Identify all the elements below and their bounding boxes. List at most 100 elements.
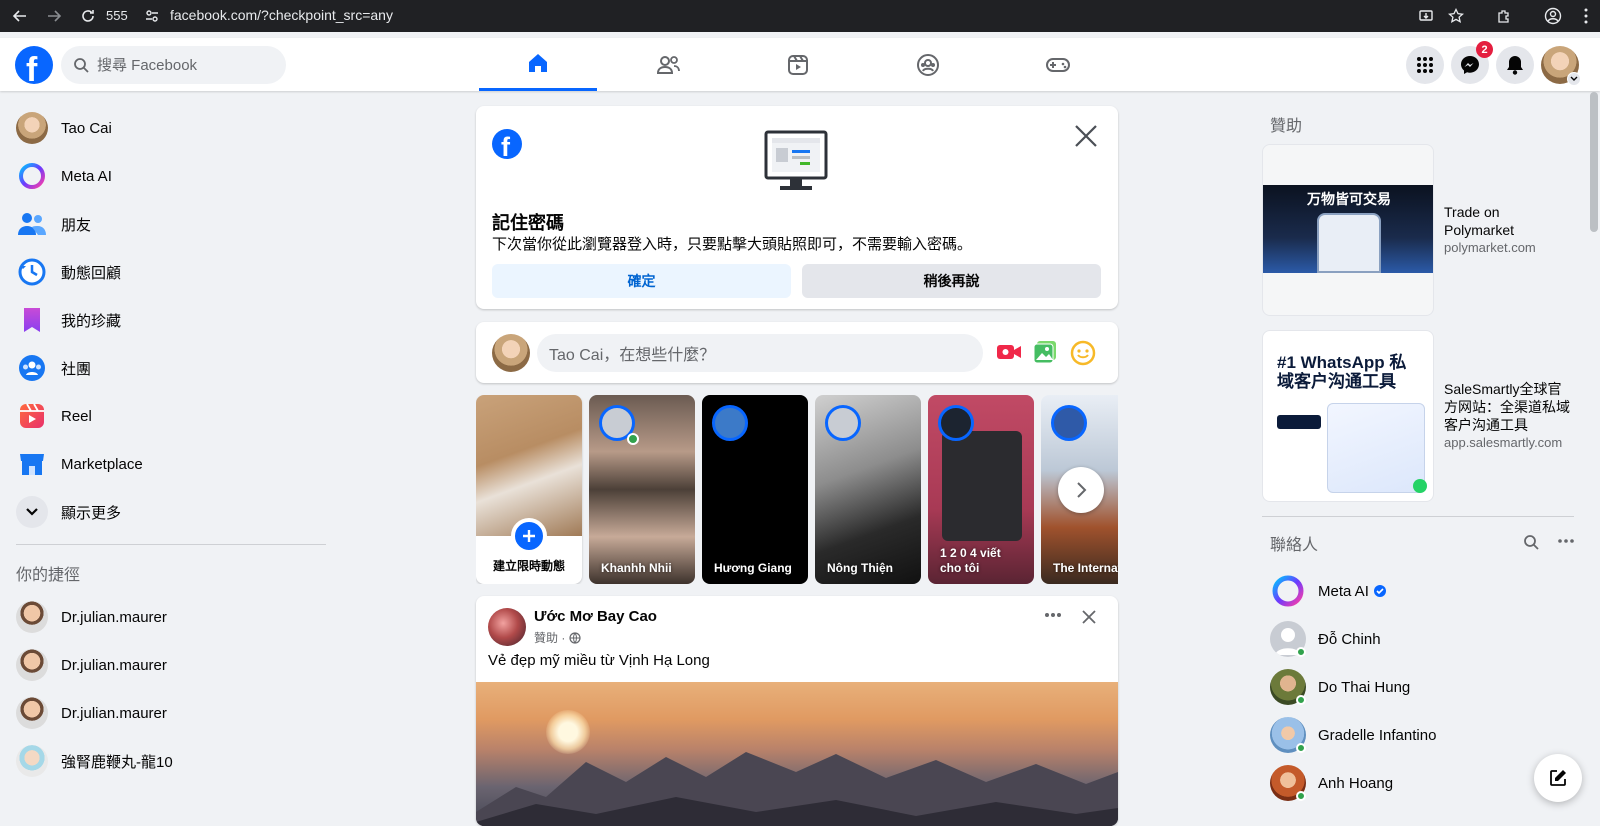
forward-icon[interactable] <box>44 6 64 26</box>
story-card[interactable]: Nông Thiện <box>815 395 921 584</box>
groups-icon <box>917 53 939 76</box>
messenger-button[interactable]: 2 <box>1451 41 1493 84</box>
meta-ai-icon <box>16 160 48 192</box>
sidebar-item-groups[interactable]: 社團 <box>8 344 328 392</box>
post-author[interactable]: Ước Mơ Bay Cao <box>534 608 657 625</box>
story-avatar <box>825 405 861 441</box>
online-indicator <box>1296 743 1306 753</box>
facebook-logo[interactable]: f <box>15 46 53 84</box>
notifications-button[interactable] <box>1496 46 1534 84</box>
sidebar-item-label: Tao Cai <box>61 119 112 137</box>
tab-video[interactable] <box>739 38 857 91</box>
saved-icon <box>16 304 48 336</box>
story-author: 1 2 0 4 viết cho tôi <box>940 546 1001 575</box>
address-bar[interactable]: facebook.com/?checkpoint_src=any <box>170 7 393 23</box>
post-image[interactable] <box>476 682 1118 826</box>
create-story-card[interactable]: 建立限時動態 <box>476 395 582 584</box>
sidebar-item-saved[interactable]: 我的珍藏 <box>8 296 328 344</box>
ad-item[interactable]: #1 WhatsApp 私域客户沟通工具 SaleSmartly全球官方网站：全… <box>1262 330 1582 502</box>
contact-name: Đỗ Chinh <box>1318 630 1381 648</box>
live-video-icon[interactable] <box>996 340 1022 364</box>
story-card[interactable]: Khanhh Nhii <box>589 395 695 584</box>
shortcut-label: 強腎鹿鞭丸-龍10 <box>61 753 173 771</box>
add-story-button[interactable] <box>511 518 547 554</box>
sidebar-item-label: 朋友 <box>61 216 92 234</box>
account-button[interactable] <box>1541 46 1581 86</box>
ad-cta-shape <box>1277 415 1321 429</box>
sidebar-item-label: 我的珍藏 <box>61 312 122 330</box>
extensions-icon[interactable] <box>1494 6 1514 26</box>
confirm-button[interactable]: 確定 <box>492 264 791 298</box>
verified-badge-icon <box>1373 585 1386 597</box>
whatsapp-icon <box>1413 479 1427 493</box>
ad-banner: 万物皆可交易 <box>1263 185 1433 273</box>
divider <box>1262 516 1574 517</box>
composer-input[interactable]: Tao Cai，在想些什麼？ <box>537 334 983 372</box>
more-icon[interactable] <box>1558 539 1574 543</box>
search-box[interactable] <box>61 46 286 84</box>
hide-post-button[interactable] <box>1082 610 1096 624</box>
sidebar-item-label: 動態回顧 <box>61 264 122 282</box>
tab-groups[interactable] <box>869 38 987 91</box>
sidebar-item-reel[interactable]: Reel <box>8 392 328 440</box>
right-sidebar: 贊助 万物皆可交易 Trade on Polymarket polymarket… <box>1262 104 1582 807</box>
grid-menu-icon <box>1417 57 1433 73</box>
avatar[interactable] <box>488 608 526 646</box>
search-icon[interactable] <box>1523 534 1539 550</box>
profile-icon[interactable] <box>1543 6 1563 26</box>
menu-icon[interactable] <box>1576 6 1596 26</box>
sidebar-item-memories[interactable]: 動態回顧 <box>8 248 328 296</box>
sidebar-item-meta-ai[interactable]: Meta AI <box>8 152 328 200</box>
feeling-icon[interactable] <box>1070 340 1096 366</box>
groups-icon <box>16 352 48 384</box>
online-indicator <box>1296 791 1306 801</box>
menu-button[interactable] <box>1406 46 1444 84</box>
not-now-button[interactable]: 稍後再說 <box>802 264 1101 298</box>
sidebar-item-friends[interactable]: 朋友 <box>8 200 328 248</box>
ad-thumbnail: 万物皆可交易 <box>1262 144 1434 316</box>
see-more-button[interactable]: 顯示更多 <box>8 488 328 536</box>
contact-item[interactable]: Meta AI <box>1262 567 1582 615</box>
new-message-button[interactable] <box>1534 754 1582 802</box>
sidebar-item-marketplace[interactable]: Marketplace <box>8 440 328 488</box>
contact-item[interactable]: Gradelle Infantino <box>1262 711 1582 759</box>
ad-item[interactable]: 万物皆可交易 Trade on Polymarket polymarket.co… <box>1262 144 1582 316</box>
stories-next-button[interactable] <box>1058 467 1104 513</box>
reload-icon[interactable] <box>78 6 98 26</box>
story-card[interactable]: Hương Giang <box>702 395 808 584</box>
tab-gaming[interactable] <box>999 38 1117 91</box>
sponsored-post: Ước Mơ Bay Cao 贊助 · Vẻ đẹp mỹ miều từ Vị… <box>476 596 1118 826</box>
contact-name: Meta AI <box>1318 582 1369 600</box>
ad-banner-text: 万物皆可交易 <box>1307 191 1391 207</box>
top-navbar: f 2 <box>0 38 1600 91</box>
sidebar-item-profile[interactable]: Tao Cai <box>8 104 328 152</box>
search-input[interactable] <box>97 56 267 74</box>
more-options-button[interactable] <box>1044 612 1062 618</box>
scrollbar[interactable] <box>1590 92 1598 232</box>
install-icon[interactable] <box>1416 6 1436 26</box>
site-info-icon[interactable] <box>142 6 162 26</box>
close-button[interactable] <box>1072 122 1100 150</box>
bookmark-star-icon[interactable] <box>1446 6 1466 26</box>
tab-home[interactable] <box>479 38 597 91</box>
photo-icon[interactable] <box>1033 340 1057 364</box>
computer-illustration-icon <box>764 130 828 190</box>
contact-name: Do Thai Hung <box>1318 678 1411 696</box>
shortcut-item[interactable]: 強腎鹿鞭丸-龍10 <box>8 737 328 785</box>
contact-item[interactable]: Đỗ Chinh <box>1262 615 1582 663</box>
contact-item[interactable]: Do Thai Hung <box>1262 663 1582 711</box>
friends-icon <box>16 208 48 240</box>
shortcut-item[interactable]: Dr.julian.maurer <box>8 641 328 689</box>
sponsored-title: 贊助 <box>1270 118 1303 135</box>
back-icon[interactable] <box>10 6 30 26</box>
shortcut-label: Dr.julian.maurer <box>61 656 167 674</box>
meta-ai-icon <box>1270 573 1306 609</box>
shortcut-item[interactable]: Dr.julian.maurer <box>8 689 328 737</box>
ad-domain: app.salesmartly.com <box>1444 435 1563 450</box>
story-avatar <box>1051 405 1087 441</box>
gaming-icon <box>1046 57 1070 72</box>
tab-friends[interactable] <box>609 38 727 91</box>
ad-banner-text: #1 WhatsApp 私域客户沟通工具 <box>1277 353 1407 391</box>
shortcut-item[interactable]: Dr.julian.maurer <box>8 593 328 641</box>
story-card[interactable]: 1 2 0 4 viết cho tôi <box>928 395 1034 584</box>
